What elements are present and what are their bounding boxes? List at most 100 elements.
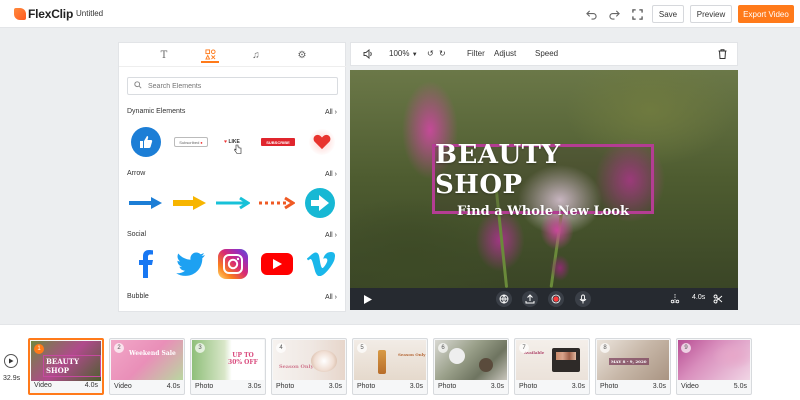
perfume-bottle-image bbox=[378, 350, 386, 374]
preview-button[interactable]: Preview bbox=[690, 5, 732, 23]
vimeo-element[interactable] bbox=[307, 251, 335, 277]
music-tab-icon[interactable]: ♫ bbox=[247, 47, 265, 63]
elements-tab-icon[interactable] bbox=[201, 47, 219, 63]
clip-duration: 4.0s bbox=[166, 383, 180, 390]
clip-duration: 4.0s bbox=[692, 294, 706, 301]
section-all-dynamic[interactable]: All › bbox=[325, 109, 337, 116]
instagram-element[interactable] bbox=[218, 249, 248, 279]
subscribe-element[interactable]: SUBSCRIBE bbox=[261, 138, 295, 146]
clip-number: 9 bbox=[681, 343, 691, 353]
thumbs-up-element[interactable] bbox=[131, 127, 161, 157]
undo-icon[interactable] bbox=[584, 7, 598, 21]
all-link-label: All bbox=[324, 171, 333, 178]
search-input[interactable] bbox=[148, 82, 328, 90]
twitter-element[interactable] bbox=[175, 251, 205, 277]
panel-tabs: T ♫ ⚙ bbox=[119, 43, 347, 67]
arrow-blue-icon bbox=[129, 197, 162, 209]
timeline-clip[interactable]: 6 Photo 3.0s bbox=[433, 338, 509, 395]
record-icon[interactable] bbox=[548, 291, 564, 307]
video-canvas[interactable]: BEAUTY SHOP Find a Whole New Look bbox=[350, 70, 738, 288]
document-title[interactable]: Untitled bbox=[76, 9, 103, 18]
eyeshadow-colors bbox=[556, 352, 576, 360]
split-icon[interactable] bbox=[667, 291, 683, 307]
heart-small-icon: ♥ bbox=[224, 139, 228, 145]
section-title-bubble: Bubble bbox=[127, 293, 149, 300]
timeline-clip[interactable]: 9 Video 5.0s bbox=[676, 338, 752, 395]
scissors-icon[interactable] bbox=[710, 291, 726, 307]
all-link-label: All bbox=[324, 294, 333, 301]
timeline-clip[interactable]: BEAUTY SHOP 1 Video 4.0s bbox=[28, 338, 104, 395]
speed-button[interactable]: Speed bbox=[535, 49, 558, 58]
text-tab-icon[interactable]: T bbox=[155, 47, 173, 63]
arrow-dashed-orange-element[interactable] bbox=[259, 195, 295, 211]
arrow-yellow-element[interactable] bbox=[173, 195, 207, 211]
title-main-text[interactable]: BEAUTY SHOP bbox=[435, 140, 651, 200]
filter-button[interactable]: Filter bbox=[467, 49, 485, 58]
subscribed-label: Subscribed bbox=[179, 139, 200, 145]
subscribed-element[interactable]: Subscribed ● bbox=[174, 137, 208, 147]
play-icon[interactable] bbox=[360, 291, 376, 307]
settings-tab-icon[interactable]: ⚙ bbox=[293, 47, 311, 63]
title-text-box[interactable]: BEAUTY SHOP Find a Whole New Look bbox=[432, 140, 654, 219]
clip-number: 2 bbox=[114, 343, 124, 353]
youtube-icon bbox=[273, 259, 282, 269]
arrow-circle-element[interactable] bbox=[305, 188, 335, 218]
heart-icon bbox=[313, 134, 331, 150]
elements-panel: T ♫ ⚙ Dynamic Elements All › Subscribed … bbox=[118, 42, 347, 312]
save-button[interactable]: Save bbox=[652, 5, 684, 23]
volume-icon[interactable] bbox=[363, 48, 373, 61]
subscribe-label: SUBSCRIBE bbox=[266, 139, 290, 145]
clip-duration: 3.0s bbox=[328, 383, 342, 390]
section-all-arrow[interactable]: All › bbox=[325, 171, 337, 178]
section-all-bubble[interactable]: All › bbox=[325, 294, 337, 301]
clip-thumb-text: Weekend Sale bbox=[129, 350, 176, 357]
timeline-clip[interactable]: Weekend Sale 2 Video 4.0s bbox=[109, 338, 185, 395]
timeline-play-button[interactable] bbox=[4, 354, 18, 368]
vimeo-icon bbox=[307, 252, 335, 276]
trash-icon[interactable] bbox=[718, 49, 727, 61]
clip-number: 1 bbox=[34, 344, 44, 354]
zoom-dropdown[interactable]: 100% ▼ bbox=[389, 49, 418, 58]
all-link-label: All bbox=[324, 109, 333, 116]
clip-thumb-text: UP TO 30% OFF bbox=[228, 352, 258, 366]
globe-icon[interactable] bbox=[496, 291, 512, 307]
clip-type: Video bbox=[681, 383, 699, 390]
clip-number: 4 bbox=[276, 343, 286, 353]
clip-number: 3 bbox=[195, 343, 205, 353]
instagram-icon bbox=[223, 254, 243, 274]
zoom-value: 100% bbox=[389, 49, 410, 58]
timeline-clip[interactable]: UP TO 30% OFF 3 Photo 3.0s bbox=[190, 338, 266, 395]
clip-type: Video bbox=[114, 383, 132, 390]
flexclip-logo[interactable]: FlexClip bbox=[14, 6, 73, 22]
clip-type: Photo bbox=[519, 383, 538, 390]
rotate-left-icon[interactable]: ↺ bbox=[427, 49, 434, 58]
facebook-icon bbox=[139, 250, 153, 278]
rotate-right-icon[interactable]: ↻ bbox=[439, 49, 446, 58]
adjust-button[interactable]: Adjust bbox=[494, 49, 516, 58]
upload-icon[interactable] bbox=[522, 291, 538, 307]
timeline: 32.9s BEAUTY SHOP 1 Video 4.0s Weekend S… bbox=[0, 324, 800, 400]
search-elements-field[interactable] bbox=[127, 77, 338, 95]
arrow-circle-icon bbox=[311, 195, 329, 211]
clip-duration: 3.0s bbox=[409, 383, 423, 390]
timeline-clip[interactable]: Season Only 4 Photo 3.0s bbox=[271, 338, 347, 395]
timeline-clip[interactable]: Available 7 Photo 3.0s bbox=[514, 338, 590, 395]
clip-duration: 5.0s bbox=[733, 383, 747, 390]
heart-element[interactable] bbox=[309, 129, 335, 155]
timeline-clip[interactable]: MAY 8 - 9, 2020 8 Photo 3.0s bbox=[595, 338, 671, 395]
clip-type: Photo bbox=[195, 383, 214, 390]
section-all-social[interactable]: All › bbox=[325, 232, 337, 239]
facebook-element[interactable] bbox=[135, 249, 157, 279]
fullscreen-icon[interactable] bbox=[630, 7, 644, 21]
player-controls: 4.0s bbox=[350, 288, 738, 310]
title-sub-text[interactable]: Find a Whole New Look bbox=[457, 204, 629, 219]
redo-icon[interactable] bbox=[607, 7, 621, 21]
arrow-blue-element[interactable] bbox=[129, 195, 163, 211]
arrow-cyan-element[interactable] bbox=[216, 195, 250, 211]
clip-duration: 3.0s bbox=[247, 383, 261, 390]
timeline-clip[interactable]: Season Only 5 Photo 3.0s bbox=[352, 338, 428, 395]
clip-type: Photo bbox=[438, 383, 457, 390]
youtube-element[interactable] bbox=[261, 253, 293, 275]
export-video-button[interactable]: Export Video bbox=[738, 5, 794, 23]
microphone-icon[interactable] bbox=[575, 291, 591, 307]
